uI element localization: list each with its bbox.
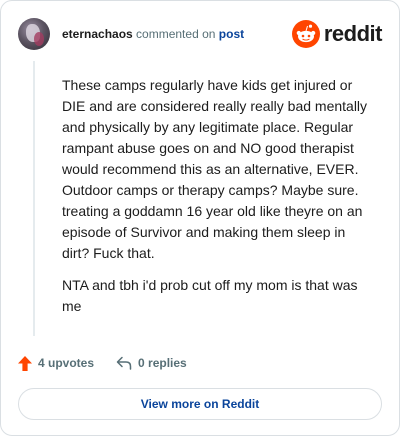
reply-count: 0 replies (138, 356, 187, 370)
author-name[interactable]: eternachaos (62, 27, 133, 41)
action-text: commented on (136, 27, 216, 41)
reply-button[interactable]: 0 replies (116, 356, 187, 370)
brand-wordmark: reddit (323, 21, 383, 46)
user-avatar[interactable] (18, 18, 50, 50)
embedded-comment-card: eternachaos commented on post reddit The… (0, 0, 400, 436)
comment-meta: eternachaos commented on post (62, 26, 244, 42)
upvote-arrow-icon (18, 355, 32, 371)
comment-paragraph: These camps regularly have kids get inju… (62, 77, 368, 261)
reddit-snoo-icon (291, 20, 320, 48)
upvote-count: 4 upvotes (38, 356, 95, 370)
reddit-logo[interactable]: reddit (291, 19, 383, 49)
avatar-accent (34, 32, 44, 46)
view-more-button[interactable]: View more on Reddit (18, 388, 382, 420)
thread-line (33, 61, 35, 336)
comment-actions: 4 upvotes 0 replies (18, 353, 187, 373)
upvote-button[interactable]: 4 upvotes (18, 355, 95, 371)
comment-body: These camps regularly have kids get inju… (62, 75, 372, 328)
post-link[interactable]: post (219, 27, 244, 41)
comment-header: eternachaos commented on post reddit (18, 18, 383, 50)
comment-paragraph: NTA and tbh i'd prob cut off my mom is t… (62, 277, 358, 314)
reply-arrow-icon (116, 356, 132, 370)
